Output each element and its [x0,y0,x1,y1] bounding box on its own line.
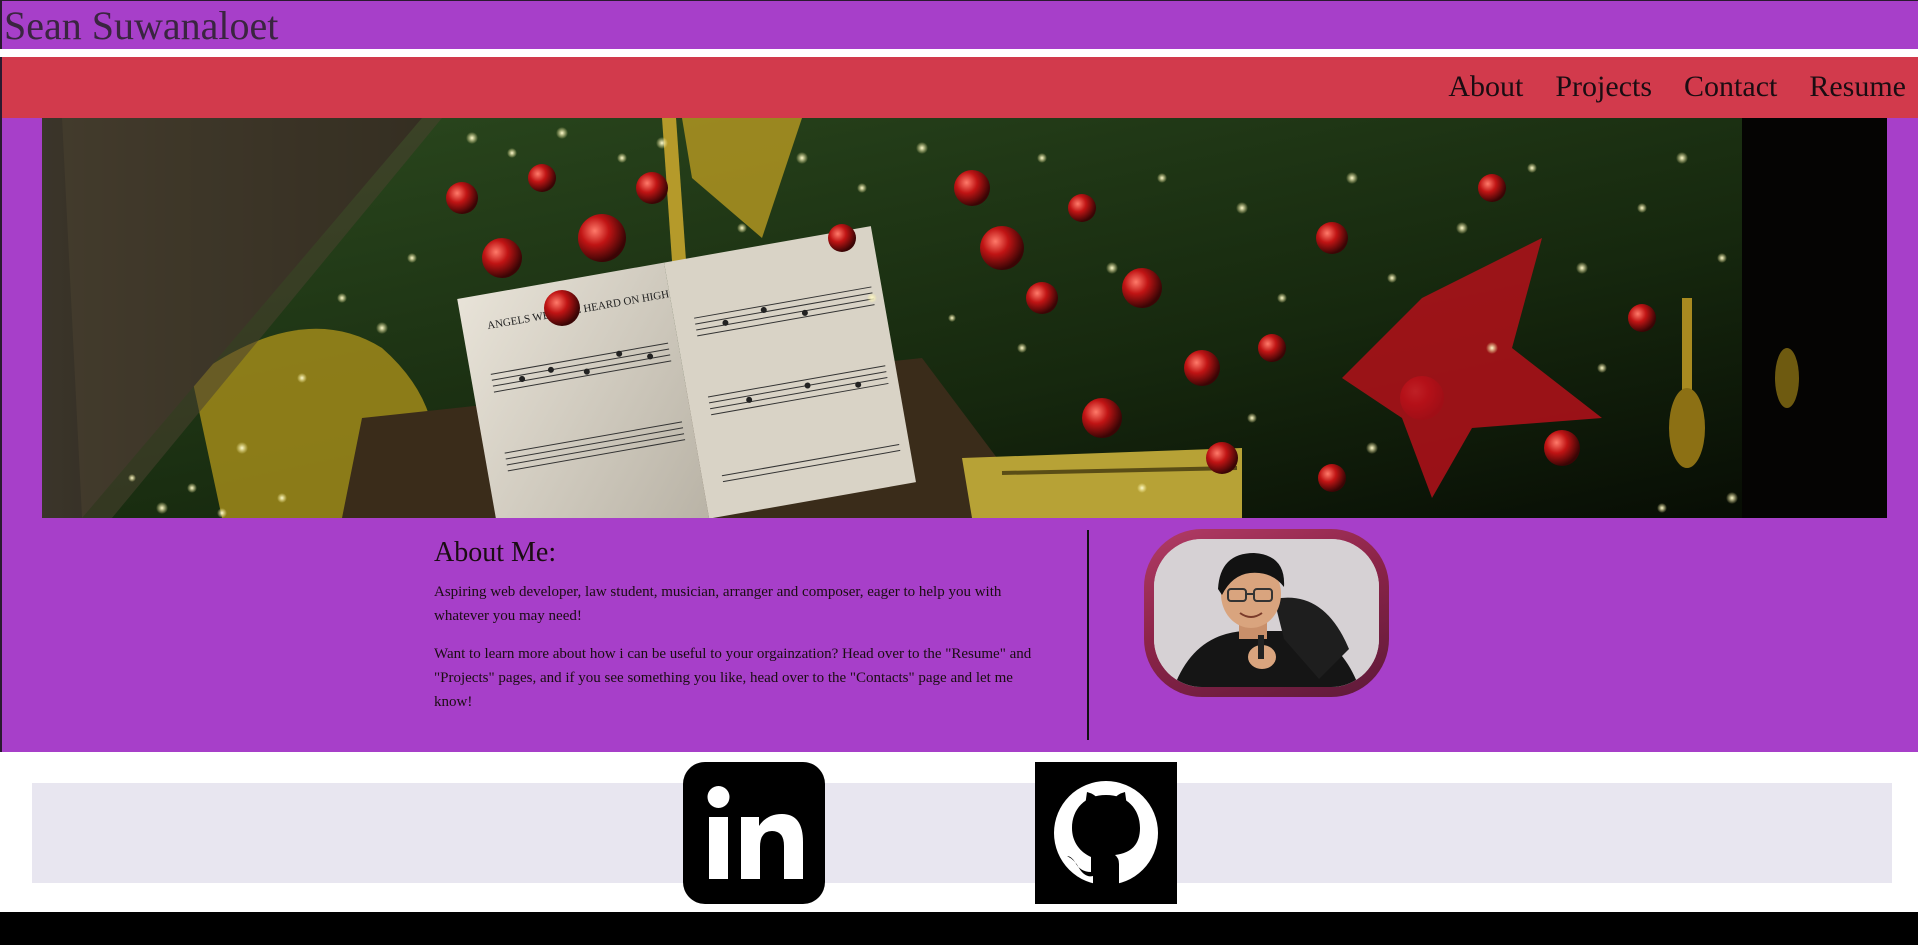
hero-banner-image: ANGELS WE HAVE HEARD ON HIGH [42,118,1887,518]
about-paragraph-cta: Want to learn more about how i can be us… [434,646,1032,710]
title-bar: Sean Suwanaloet [0,0,1918,49]
nav-item-about[interactable]: About [1448,67,1523,107]
nav-item-resume[interactable]: Resume [1809,67,1906,107]
social-links-band [32,783,1892,883]
portrait-frame [1144,529,1389,697]
main-area: ANGELS WE HAVE HEARD ON HIGH [0,118,1918,752]
nav-list: About Projects Contact Resume [1448,67,1906,107]
site-title[interactable]: Sean Suwanaloet [4,4,278,48]
page: Sean Suwanaloet About Projects Contact R… [0,0,1918,945]
about-section: About Me: Aspiring web developer, law st… [434,536,1054,728]
about-paragraph-intro: Aspiring web developer, law student, mus… [434,584,1002,624]
about-heading: About Me: [434,537,557,568]
nav-bar: About Projects Contact Resume [0,57,1918,118]
linkedin-icon[interactable] [683,762,825,904]
profile-photo [1154,539,1379,687]
nav-item-projects[interactable]: Projects [1555,67,1652,107]
nav-item-contact[interactable]: Contact [1684,67,1777,107]
github-icon[interactable] [1035,762,1177,904]
about-divider [1087,530,1089,740]
footer-bar [0,912,1918,945]
